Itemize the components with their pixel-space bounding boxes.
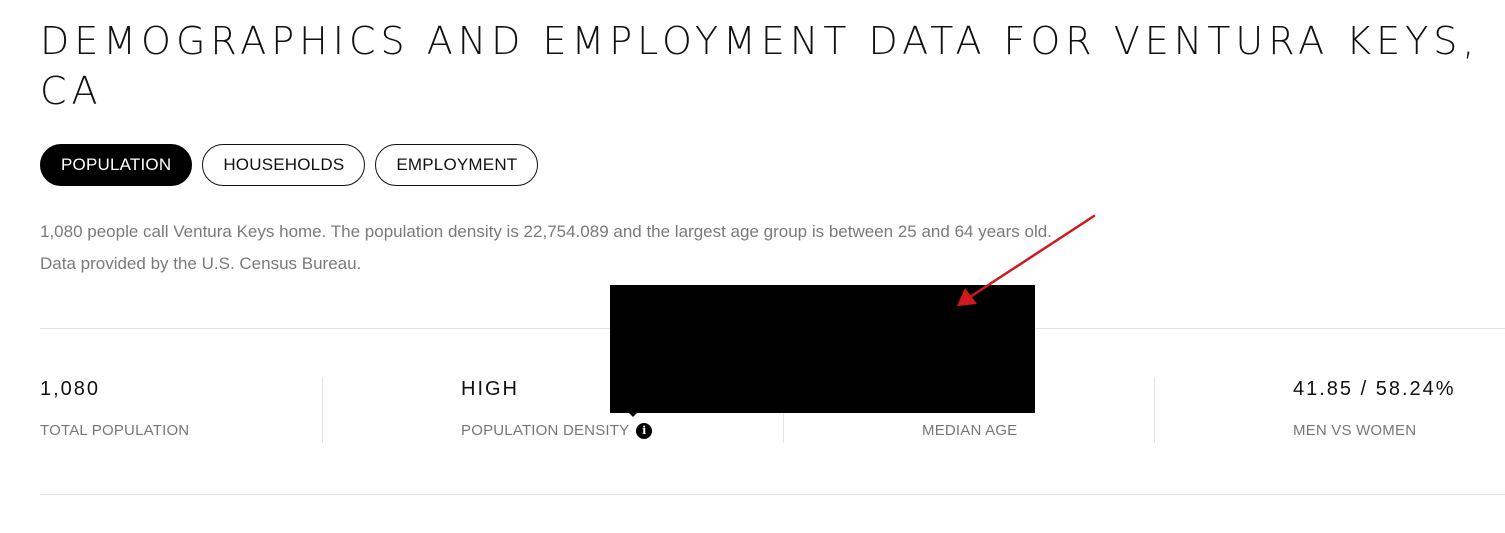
stat-men-vs-women: 41.85 / 58.24% MEN VS WOMEN (1293, 378, 1456, 439)
stat-label: TOTAL POPULATION (40, 422, 190, 439)
stat-value: 1,080 (40, 378, 101, 400)
page: DEMOGRAPHICS AND EMPLOYMENT DATA FOR VEN… (0, 0, 1505, 533)
tooltip-pointer (627, 411, 639, 417)
stat-separator (322, 377, 323, 443)
tab-households[interactable]: HOUSEHOLDS (202, 144, 366, 186)
page-title: DEMOGRAPHICS AND EMPLOYMENT DATA FOR VEN… (40, 19, 1480, 113)
redacted-tooltip (610, 285, 1035, 413)
tab-population[interactable]: POPULATION (40, 144, 193, 186)
stat-value: 41.85 / 58.24% (1293, 378, 1456, 400)
stat-separator (1154, 377, 1155, 443)
info-icon[interactable]: i (636, 422, 653, 439)
divider (40, 494, 1505, 495)
population-description: 1,080 people call Ventura Keys home. The… (40, 222, 1052, 273)
tab-employment[interactable]: EMPLOYMENT (375, 144, 539, 186)
stat-label: POPULATION DENSITY (461, 422, 630, 439)
stat-label: MEN VS WOMEN (1293, 422, 1417, 439)
stat-label: MEDIAN AGE (922, 422, 1018, 439)
tab-bar: POPULATION HOUSEHOLDS EMPLOYMENT (40, 144, 539, 186)
stat-total-population: 1,080 TOTAL POPULATION (40, 378, 189, 439)
